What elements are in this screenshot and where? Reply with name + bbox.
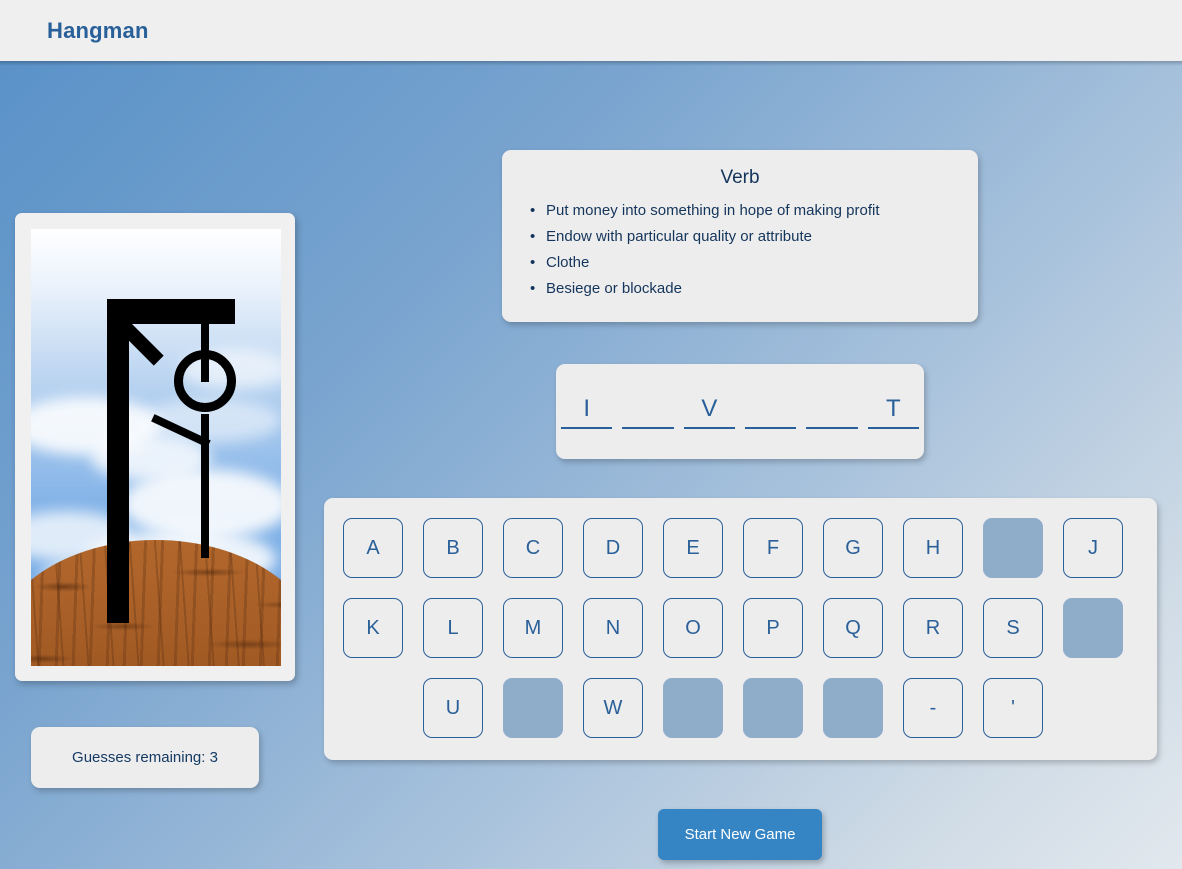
key-w[interactable]: W	[583, 678, 643, 738]
word-slot-hidden	[745, 394, 797, 429]
word-slot-revealed: V	[683, 394, 735, 429]
key-f[interactable]: F	[743, 518, 803, 578]
key-p[interactable]: P	[743, 598, 803, 658]
keyboard-row: ABCDEFGHIJ	[343, 518, 1138, 578]
clue-definition-item: Besiege or blockade	[530, 276, 958, 302]
key-l[interactable]: L	[423, 598, 483, 658]
key-s[interactable]: S	[983, 598, 1043, 658]
word-slot-hidden	[806, 394, 858, 429]
key-t-used: T	[1063, 598, 1123, 658]
ground-hill	[31, 540, 281, 666]
word-slot-revealed: I	[561, 394, 613, 429]
key-hyphen[interactable]: -	[903, 678, 963, 738]
key-q[interactable]: Q	[823, 598, 883, 658]
keyboard-row: UVWXYZ-'	[343, 678, 1138, 738]
hangman-illustration	[31, 229, 281, 666]
key-i-used: I	[983, 518, 1043, 578]
key-y-used: Y	[743, 678, 803, 738]
key-a[interactable]: A	[343, 518, 403, 578]
hangman-figure-card	[15, 213, 295, 681]
clue-definition-item: Put money into something in hope of maki…	[530, 198, 958, 224]
key-z-used: Z	[823, 678, 883, 738]
key-o[interactable]: O	[663, 598, 723, 658]
key-d[interactable]: D	[583, 518, 643, 578]
clue-definition-item: Endow with particular quality or attribu…	[530, 224, 958, 250]
word-slot-revealed: T	[867, 394, 919, 429]
key-j[interactable]: J	[1063, 518, 1123, 578]
page-title: Hangman	[47, 17, 149, 43]
key-n[interactable]: N	[583, 598, 643, 658]
key-u[interactable]: U	[423, 678, 483, 738]
key-c[interactable]: C	[503, 518, 563, 578]
letter-keyboard: ABCDEFGHIJ KLMNOPQRST UVWXYZ-'	[324, 498, 1157, 760]
keyboard-row: KLMNOPQRST	[343, 598, 1138, 658]
clue-card: Verb Put money into something in hope of…	[502, 150, 978, 322]
key-apostrophe[interactable]: '	[983, 678, 1043, 738]
word-slot-hidden	[622, 394, 674, 429]
app-header: Hangman	[0, 0, 1182, 61]
game-stage: Guesses remaining: 3 Verb Put money into…	[0, 61, 1182, 869]
word-display-card: I V T	[556, 364, 924, 459]
clue-definition-list: Put money into something in hope of maki…	[522, 198, 958, 302]
guesses-remaining-card: Guesses remaining: 3	[31, 727, 259, 788]
guesses-remaining-label: Guesses remaining: 3	[72, 749, 218, 766]
clue-definition-item: Clothe	[530, 250, 958, 276]
clue-part-of-speech: Verb	[720, 167, 760, 188]
key-m[interactable]: M	[503, 598, 563, 658]
key-b[interactable]: B	[423, 518, 483, 578]
key-x-used: X	[663, 678, 723, 738]
start-new-game-button[interactable]: Start New Game	[658, 809, 822, 860]
key-g[interactable]: G	[823, 518, 883, 578]
figure-head	[174, 350, 236, 412]
key-v-used: V	[503, 678, 563, 738]
key-e[interactable]: E	[663, 518, 723, 578]
key-r[interactable]: R	[903, 598, 963, 658]
key-h[interactable]: H	[903, 518, 963, 578]
gallows-post	[107, 299, 129, 623]
key-k[interactable]: K	[343, 598, 403, 658]
